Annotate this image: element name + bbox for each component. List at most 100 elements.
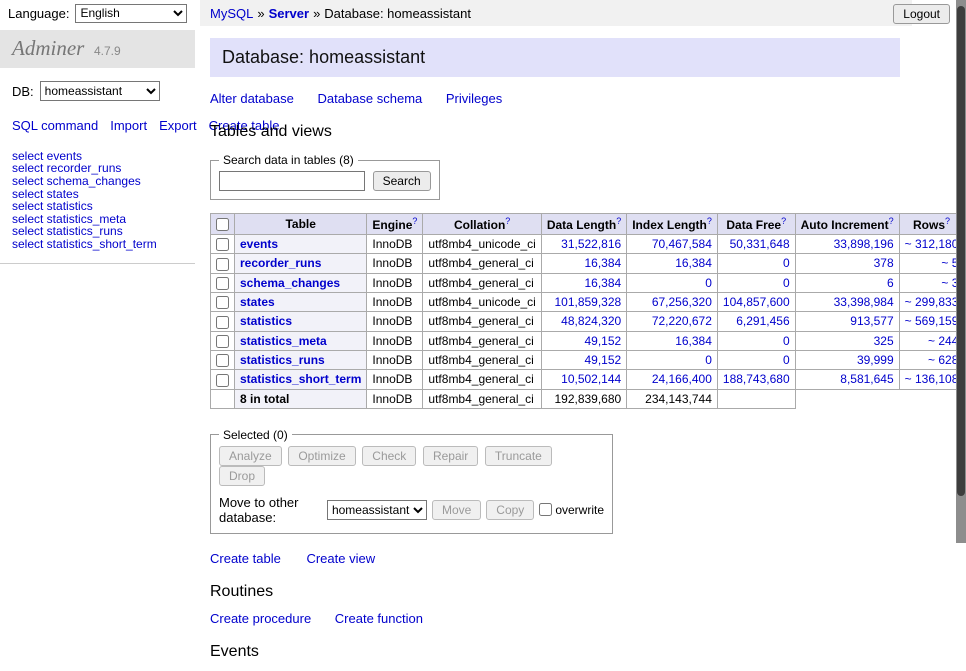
index-length-link[interactable]: 67,256,320 xyxy=(652,295,712,309)
table-name-link[interactable]: statistics xyxy=(240,314,292,328)
row-checkbox[interactable] xyxy=(216,296,229,309)
data-free-link[interactable]: 0 xyxy=(783,256,790,270)
optimize-button[interactable]: Optimize xyxy=(288,446,355,466)
rows-count-cell: ~ 569,159 xyxy=(899,312,964,331)
help-icon[interactable]: ? xyxy=(412,216,417,226)
sidebar-link-export[interactable]: Export xyxy=(159,118,197,133)
language-select[interactable]: English xyxy=(75,4,187,23)
index-length-link[interactable]: 72,220,672 xyxy=(652,314,712,328)
index-length-link[interactable]: 16,384 xyxy=(675,256,712,270)
truncate-button[interactable]: Truncate xyxy=(485,446,552,466)
table-name-link[interactable]: events xyxy=(240,237,278,251)
vertical-scrollbar[interactable] xyxy=(956,0,966,543)
table-name-link[interactable]: recorder_runs xyxy=(240,256,321,270)
data-length-link[interactable]: 48,824,320 xyxy=(561,314,621,328)
index-length-link[interactable]: 0 xyxy=(705,276,712,290)
rows-count-link[interactable]: ~ 312,180 xyxy=(905,237,959,251)
row-checkbox[interactable] xyxy=(216,316,229,329)
index-length-link[interactable]: 0 xyxy=(705,353,712,367)
search-button[interactable]: Search xyxy=(373,171,431,191)
auto-increment-link[interactable]: 325 xyxy=(874,334,894,348)
table-name-link[interactable]: statistics_meta xyxy=(240,334,327,348)
move-database-select[interactable]: homeassistant xyxy=(327,500,427,520)
index-length-cell: 0 xyxy=(627,350,718,369)
help-icon[interactable]: ? xyxy=(616,216,621,226)
data-length-link[interactable]: 10,502,144 xyxy=(561,372,621,386)
create-table-link[interactable]: Create table xyxy=(210,551,281,566)
table-name-link[interactable]: statistics_runs xyxy=(240,353,325,367)
analyze-button[interactable]: Analyze xyxy=(219,446,282,466)
drop-button[interactable]: Drop xyxy=(219,466,265,486)
auto-increment-link[interactable]: 8,581,645 xyxy=(840,372,893,386)
logout-button[interactable]: Logout xyxy=(893,4,950,24)
alter-database-link[interactable]: Alter database xyxy=(210,91,294,106)
auto-increment-link[interactable]: 913,577 xyxy=(850,314,893,328)
total-data-length-cell: 192,839,680 xyxy=(541,389,626,408)
help-icon[interactable]: ? xyxy=(505,216,510,226)
database-schema-link[interactable]: Database schema xyxy=(317,91,422,106)
db-select[interactable]: homeassistant xyxy=(40,81,160,101)
repair-button[interactable]: Repair xyxy=(423,446,478,466)
rows-count-link[interactable]: ~ 244 xyxy=(928,334,958,348)
data-length-link[interactable]: 101,859,328 xyxy=(554,295,621,309)
table-name-link[interactable]: states xyxy=(240,295,275,309)
create-procedure-link[interactable]: Create procedure xyxy=(210,611,311,626)
breadcrumb-server-link[interactable]: Server xyxy=(269,6,309,21)
create-function-link[interactable]: Create function xyxy=(335,611,423,626)
scrollbar-thumb[interactable] xyxy=(957,6,965,496)
help-icon[interactable]: ? xyxy=(945,216,950,226)
sidebar-item-select-schema-changes[interactable]: select schema_changes xyxy=(12,175,183,188)
privileges-link[interactable]: Privileges xyxy=(446,91,502,106)
rows-count-cell: ~ 3 xyxy=(899,273,964,292)
data-length-link[interactable]: 49,152 xyxy=(585,353,622,367)
data-free-link[interactable]: 0 xyxy=(783,353,790,367)
row-checkbox[interactable] xyxy=(216,335,229,348)
data-free-link[interactable]: 50,331,648 xyxy=(730,237,790,251)
auto-increment-link[interactable]: 33,898,196 xyxy=(834,237,894,251)
help-icon[interactable]: ? xyxy=(889,216,894,226)
copy-button[interactable]: Copy xyxy=(486,500,534,520)
data-length-link[interactable]: 16,384 xyxy=(585,276,622,290)
data-free-link[interactable]: 188,743,680 xyxy=(723,372,790,386)
breadcrumb-mysql-link[interactable]: MySQL xyxy=(210,6,253,21)
search-input[interactable] xyxy=(219,171,365,191)
auto-increment-link[interactable]: 378 xyxy=(874,256,894,270)
sidebar-link-import[interactable]: Import xyxy=(110,118,147,133)
sidebar-item-select-statistics-short-term[interactable]: select statistics_short_term xyxy=(12,238,183,251)
data-free-link[interactable]: 6,291,456 xyxy=(736,314,789,328)
create-view-link[interactable]: Create view xyxy=(306,551,375,566)
data-free-link[interactable]: 104,857,600 xyxy=(723,295,790,309)
row-checkbox[interactable] xyxy=(216,238,229,251)
table-name-link[interactable]: statistics_short_term xyxy=(240,372,361,386)
auto-increment-link[interactable]: 6 xyxy=(887,276,894,290)
data-length-link[interactable]: 49,152 xyxy=(585,334,622,348)
data-length-link[interactable]: 31,522,816 xyxy=(561,237,621,251)
sidebar-item-select-statistics[interactable]: select statistics xyxy=(12,200,183,213)
data-length-link[interactable]: 16,384 xyxy=(585,256,622,270)
auto-increment-link[interactable]: 33,398,984 xyxy=(834,295,894,309)
engine-cell: InnoDB xyxy=(367,254,423,273)
data-free-link[interactable]: 0 xyxy=(783,276,790,290)
data-free-link[interactable]: 0 xyxy=(783,334,790,348)
row-checkbox[interactable] xyxy=(216,374,229,387)
sidebar-link-sql-command[interactable]: SQL command xyxy=(12,118,98,133)
auto-increment-link[interactable]: 39,999 xyxy=(857,353,894,367)
row-checkbox[interactable] xyxy=(216,277,229,290)
row-checkbox[interactable] xyxy=(216,258,229,271)
rows-count-link[interactable]: ~ 299,833 xyxy=(905,295,959,309)
rows-count-link[interactable]: ~ 569,159 xyxy=(905,314,959,328)
table-name-cell: states xyxy=(235,292,367,311)
check-button[interactable]: Check xyxy=(362,446,416,466)
help-icon[interactable]: ? xyxy=(707,216,712,226)
help-icon[interactable]: ? xyxy=(781,216,786,226)
index-length-link[interactable]: 24,166,400 xyxy=(652,372,712,386)
index-length-link[interactable]: 70,467,584 xyxy=(652,237,712,251)
overwrite-checkbox[interactable] xyxy=(539,503,552,516)
table-name-link[interactable]: schema_changes xyxy=(240,276,340,290)
rows-count-link[interactable]: ~ 628 xyxy=(928,353,958,367)
select-all-checkbox[interactable] xyxy=(216,218,229,231)
row-checkbox[interactable] xyxy=(216,354,229,367)
move-button[interactable]: Move xyxy=(432,500,481,520)
index-length-link[interactable]: 16,384 xyxy=(675,334,712,348)
rows-count-link[interactable]: ~ 136,108 xyxy=(905,372,959,386)
